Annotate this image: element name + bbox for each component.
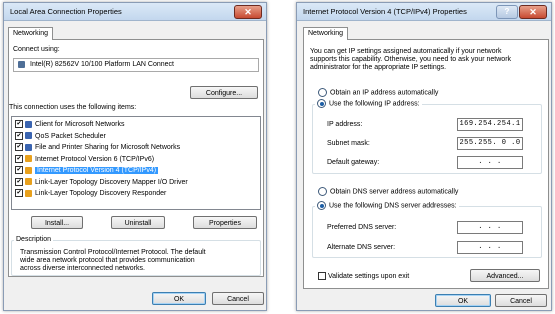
ip-address-input[interactable]: 169.254.254.1 [457,118,523,131]
adapter-name: Intel(R) 82562V 10/100 Platform LAN Conn… [30,61,174,68]
list-item[interactable]: ✔ File and Printer Sharing for Microsoft … [15,143,180,153]
checkbox-checked-icon[interactable]: ✔ [15,131,23,140]
network-component-icon [25,178,32,186]
ok-button[interactable]: OK [435,294,491,307]
uninstall-button[interactable]: Uninstall [111,216,165,229]
obtain-ip-automatically-radio[interactable]: Obtain an IP address automatically [318,88,438,97]
checkbox-unchecked-icon [318,272,326,280]
ip-address-label: IP address: [327,121,363,128]
install-button[interactable]: Install... [31,216,83,229]
networking-panel: Connect using: Intel(R) 82562V 10/100 Pl… [8,39,264,277]
obtain-dns-automatically-label: Obtain DNS server address automatically [330,188,459,196]
description-line-3: across diverse interconnected networks. [20,265,145,272]
items-label: This connection uses the following items… [9,104,137,111]
description-legend: Description [14,236,54,243]
radio-selected-icon [317,201,326,210]
list-item[interactable]: ✔ QoS Packet Scheduler [15,131,106,142]
dialog-title: Local Area Connection Properties [10,7,122,16]
obtain-dns-automatically-radio[interactable]: Obtain DNS server address automatically [318,187,458,196]
title-bar[interactable]: Local Area Connection Properties ✕ [4,3,266,21]
intro-line-1: You can get IP settings assigned automat… [310,48,502,55]
subnet-mask-input[interactable]: 255.255. 0 .0 [457,137,523,150]
checkbox-checked-icon[interactable]: ✔ [15,189,23,198]
title-bar[interactable]: Internet Protocol Version 4 (TCP/IPv4) P… [297,3,551,21]
checkbox-checked-icon[interactable]: ✔ [15,154,23,163]
default-gateway-input[interactable]: . . . [457,156,523,169]
preferred-dns-input[interactable]: . . . [457,221,523,234]
checkbox-checked-icon[interactable]: ✔ [15,120,23,129]
list-item[interactable]: ✔ Link-Layer Topology Discovery Responder [15,189,166,199]
properties-button[interactable]: Properties [193,216,257,229]
validate-settings-label: Validate settings upon exit [328,272,410,280]
tab-networking[interactable]: Networking [303,27,349,40]
local-area-connection-properties-dialog: Local Area Connection Properties ✕ Netwo… [3,2,267,311]
radio-unselected-icon [318,88,327,97]
network-component-icon [25,132,32,140]
cancel-button[interactable]: Cancel [495,294,547,307]
close-icon: ✕ [244,7,252,17]
alternate-dns-label: Alternate DNS server: [327,244,396,251]
checkbox-checked-icon[interactable]: ✔ [15,166,23,175]
networking-panel: You can get IP settings assigned automat… [303,39,549,289]
ipv4-properties-dialog: Internet Protocol Version 4 (TCP/IPv4) P… [296,2,552,311]
close-icon: ✕ [529,7,537,17]
close-button[interactable]: ✕ [234,5,262,19]
radio-unselected-icon [318,187,327,196]
dialog-title: Internet Protocol Version 4 (TCP/IPv4) P… [303,7,467,16]
help-button[interactable]: ? [496,5,518,19]
alternate-dns-input[interactable]: . . . [457,241,523,254]
manual-ip-group: Use the following IP address: IP address… [312,99,542,174]
list-item-label: Internet Protocol Version 6 (TCP/IPv6) [35,155,155,163]
description-line-2: wide area network protocol that provides… [20,257,195,264]
description-group: Description Transmission Control Protoco… [11,236,261,276]
obtain-ip-automatically-label: Obtain an IP address automatically [330,89,439,97]
list-item-label: File and Printer Sharing for Microsoft N… [35,144,181,151]
advanced-button[interactable]: Advanced... [470,269,540,282]
adapter-field: Intel(R) 82562V 10/100 Platform LAN Conn… [13,58,259,72]
network-component-icon [25,120,32,128]
close-button[interactable]: ✕ [519,5,547,19]
list-item[interactable]: ✔ Internet Protocol Version 4 (TCP/IPv4) [15,166,159,176]
list-item-label: Link-Layer Topology Discovery Mapper I/O… [35,178,188,186]
network-component-icon [25,189,32,197]
description-line-1: Transmission Control Protocol/Internet P… [20,249,206,256]
tab-networking[interactable]: Networking [8,27,54,40]
network-adapter-icon [18,61,25,68]
manual-dns-group: Use the following DNS server addresses: … [312,201,542,258]
list-item[interactable]: ✔ Client for Microsoft Networks [15,120,124,130]
cancel-button[interactable]: Cancel [212,292,264,305]
network-component-icon [25,143,32,151]
default-gateway-label: Default gateway: [327,159,380,166]
components-list[interactable]: ✔ Client for Microsoft Networks ✔ QoS Packe… [11,116,261,210]
connect-using-label: Connect using: [13,46,60,53]
configure-button[interactable]: Configure... [190,86,258,99]
use-following-dns-radio[interactable]: Use the following DNS server addresses: [315,201,459,210]
list-item-label: Link-Layer Topology Discovery Responder [35,190,167,197]
use-following-ip-radio[interactable]: Use the following IP address: [315,99,422,108]
checkbox-checked-icon[interactable]: ✔ [15,177,23,186]
ok-button[interactable]: OK [152,292,206,305]
validate-settings-checkbox[interactable]: Validate settings upon exit [318,272,409,280]
checkbox-checked-icon[interactable]: ✔ [15,143,23,152]
list-item[interactable]: ✔ Link-Layer Topology Discovery Mapper I/… [15,177,188,188]
subnet-mask-label: Subnet mask: [327,140,370,147]
help-icon: ? [504,7,510,16]
list-item[interactable]: ✔ Internet Protocol Version 6 (TCP/IPv6) [15,154,155,165]
network-component-icon [25,166,32,174]
intro-line-2: supports this capability. Otherwise, you… [310,56,512,63]
intro-line-3: administrator for the appropriate IP set… [310,64,447,71]
use-following-ip-label: Use the following IP address: [329,100,420,108]
list-item-label: Client for Microsoft Networks [35,121,125,128]
list-item-label: Internet Protocol Version 4 (TCP/IPv4) [35,167,159,174]
list-item-label: QoS Packet Scheduler [35,132,106,140]
use-following-dns-label: Use the following DNS server addresses: [329,202,457,210]
radio-selected-icon [317,99,326,108]
network-component-icon [25,155,32,163]
preferred-dns-label: Preferred DNS server: [327,224,397,231]
